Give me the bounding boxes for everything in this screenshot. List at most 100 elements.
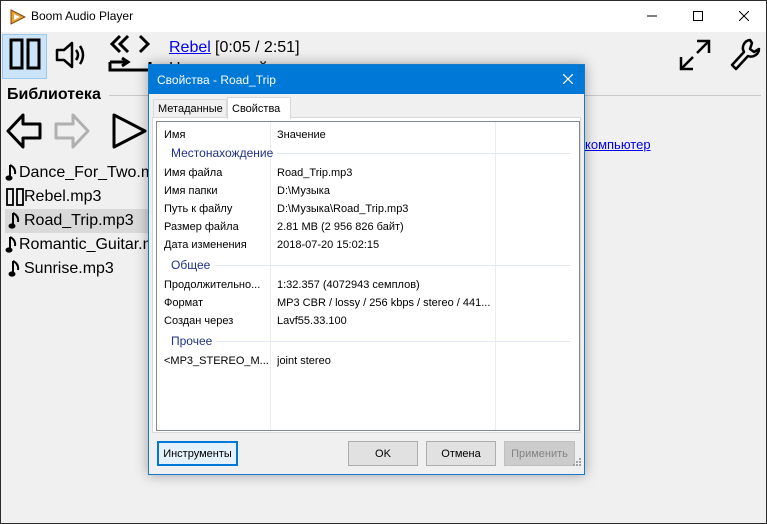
music-note-icon	[5, 235, 19, 255]
property-value: 2018-07-20 15:02:15	[277, 239, 380, 251]
property-name: Формат	[164, 297, 204, 309]
pause-icon	[5, 187, 24, 207]
library-title: Библиотека	[7, 86, 101, 103]
cancel-button-label: Отмена	[441, 447, 481, 460]
file-item[interactable]: Road_Trip.mp3	[5, 209, 155, 233]
group-header[interactable]: Местонахождение	[171, 146, 571, 162]
file-name: Road_Trip.mp3	[24, 212, 134, 229]
close-icon	[562, 71, 574, 89]
file-item[interactable]: Dance_For_Two.mp3	[5, 161, 155, 185]
property-value: Road_Trip.mp3	[277, 167, 353, 179]
property-row[interactable]: Создан через Lavf55.33.100	[157, 312, 579, 330]
file-name: Romantic_Guitar.mp3	[19, 236, 155, 253]
group-header[interactable]: Общее	[171, 258, 571, 274]
file-item[interactable]: Romantic_Guitar.mp3	[5, 233, 155, 257]
group-label: Общее	[171, 258, 211, 272]
close-button[interactable]	[721, 1, 766, 32]
property-name: Имя папки	[164, 185, 218, 197]
speaker-icon	[53, 37, 89, 78]
close-icon	[738, 8, 750, 26]
current-track-link[interactable]: Rebel	[169, 39, 211, 57]
tools-button[interactable]: Инструменты	[157, 441, 238, 466]
resize-grip-icon[interactable]	[572, 454, 582, 472]
group-divider	[214, 265, 571, 266]
music-note-icon	[5, 211, 24, 231]
property-name: Размер файла	[164, 221, 239, 233]
group-divider	[277, 153, 571, 154]
group-label: Прочее	[171, 334, 213, 348]
file-name: Dance_For_Two.mp3	[19, 164, 155, 181]
back-button[interactable]	[5, 111, 43, 151]
track-time: [0:05 / 2:51]	[215, 39, 300, 56]
computer-link[interactable]: компьютер	[585, 137, 651, 152]
volume-button[interactable]	[51, 37, 91, 77]
wrench-icon	[728, 37, 762, 78]
property-value: 2.81 MB (2 956 826 байт)	[277, 221, 404, 233]
music-note-icon	[5, 259, 24, 279]
tab-properties[interactable]: Свойства	[227, 97, 291, 119]
property-row[interactable]: Формат MP3 CBR / lossy / 256 kbps / stere…	[157, 294, 579, 312]
ok-button[interactable]: OK	[348, 441, 418, 466]
file-name: Rebel.mp3	[24, 188, 102, 205]
fullscreen-button[interactable]	[675, 37, 715, 77]
dialog-title: Свойства - Road_Trip	[157, 73, 276, 87]
property-row[interactable]: Имя файла Road_Trip.mp3	[157, 164, 579, 182]
properties-panel: Имя Значение Местонахождение Имя файла Roa…	[152, 117, 581, 433]
expand-icon	[677, 37, 713, 78]
file-list: Dance_For_Two.mp3 Rebel.mp3 Road_Trip.mp3 R…	[5, 161, 155, 281]
tools-button-label: Инструменты	[163, 447, 232, 460]
property-row[interactable]: <MP3_STEREO_M... joint stereo	[157, 352, 579, 370]
forward-button[interactable]	[53, 111, 91, 151]
list-header: Имя Значение	[157, 126, 579, 144]
boom-audio-player-window: Boom Audio Player Rebel [0:05 / 2:51] Не…	[0, 0, 767, 524]
properties-dialog: Свойства - Road_Trip Метаданные Свойства…	[148, 64, 585, 475]
property-value: D:\Музыка	[277, 185, 330, 197]
arrow-left-icon	[5, 113, 43, 155]
column-header-value[interactable]: Значение	[277, 129, 495, 141]
title-bar: Boom Audio Player	[1, 1, 766, 32]
play-button[interactable]	[109, 111, 149, 151]
app-logo-icon	[10, 9, 27, 30]
cancel-button[interactable]: Отмена	[426, 441, 496, 466]
app-title: Boom Audio Player	[31, 9, 134, 23]
property-value: MP3 CBR / lossy / 256 kbps / stereo / 44…	[277, 297, 491, 309]
property-row[interactable]: Имя папки D:\Музыка	[157, 182, 579, 200]
property-name: Путь к файлу	[164, 203, 233, 215]
property-value: joint stereo	[277, 355, 331, 367]
tab-metadata-label: Метаданные	[158, 103, 223, 115]
property-name: Дата изменения	[164, 239, 247, 251]
properties-list[interactable]: Имя Значение Местонахождение Имя файла Roa…	[156, 121, 580, 431]
property-name: Имя файла	[164, 167, 223, 179]
tab-properties-label: Свойства	[232, 102, 281, 115]
apply-button-label: Применить	[511, 447, 568, 460]
settings-button[interactable]	[725, 37, 765, 77]
pause-button[interactable]	[2, 34, 47, 79]
property-name: <MP3_STEREO_M...	[164, 355, 269, 367]
file-item[interactable]: Sunrise.mp3	[5, 257, 155, 281]
tab-metadata[interactable]: Метаданные	[153, 99, 227, 118]
pause-icon	[8, 37, 42, 76]
apply-button: Применить	[504, 441, 575, 466]
property-name: Создан через	[164, 315, 234, 327]
property-value: Lavf55.33.100	[277, 315, 347, 327]
property-row[interactable]: Путь к файлу D:\Музыка\Road_Trip.mp3	[157, 200, 579, 218]
file-item[interactable]: Rebel.mp3	[5, 185, 155, 209]
property-value: D:\Музыка\Road_Trip.mp3	[277, 203, 409, 215]
dialog-title-bar: Свойства - Road_Trip	[149, 65, 584, 94]
group-label: Местонахождение	[171, 146, 274, 160]
minimize-icon	[647, 8, 657, 26]
column-header-name[interactable]: Имя	[164, 129, 270, 141]
maximize-icon	[693, 8, 703, 26]
dialog-close-button[interactable]	[558, 70, 578, 90]
property-row[interactable]: Дата изменения 2018-07-20 15:02:15	[157, 236, 579, 254]
file-name: Sunrise.mp3	[24, 260, 114, 277]
property-row[interactable]: Размер файла 2.81 MB (2 956 826 байт)	[157, 218, 579, 236]
maximize-button[interactable]	[675, 1, 721, 32]
ok-button-label: OK	[375, 447, 391, 460]
arrow-right-icon	[53, 113, 91, 155]
property-name: Продолжительно...	[164, 279, 261, 291]
property-row[interactable]: Продолжительно... 1:32.357 (4072943 семпл…	[157, 276, 579, 294]
group-header[interactable]: Прочее	[171, 334, 571, 350]
group-divider	[216, 341, 571, 342]
minimize-button[interactable]	[629, 1, 675, 32]
